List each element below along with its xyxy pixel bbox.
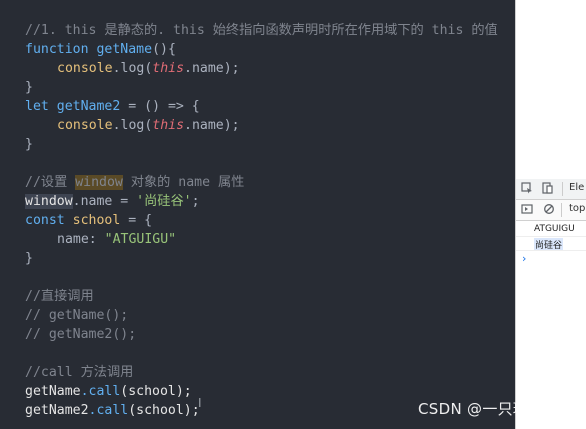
code-line-name-property: name: "ATGUIGU" <box>57 230 176 249</box>
code-line-console-log-1: console.log(this.name); <box>57 59 240 78</box>
identifier-window: window <box>25 194 73 209</box>
console-output-line: ATGUIGU <box>534 224 575 234</box>
code-line-let-getname2: let getName2 = () => { <box>25 97 200 116</box>
toolbar-divider <box>562 182 563 196</box>
code-line-close-brace-3: } <box>25 251 33 266</box>
console-prompt[interactable]: › <box>522 252 526 265</box>
identifier-console: console <box>57 118 113 133</box>
call-arguments: (school); <box>120 384 192 399</box>
code-line-comment-direct-call: //直接调用 <box>25 289 94 304</box>
code-line-close-brace-1: } <box>25 80 33 95</box>
code-line-comment-call: //call 方法调用 <box>25 365 134 380</box>
tab-elements[interactable]: Ele <box>569 182 584 193</box>
code-line-const-school: const school = { <box>25 211 152 230</box>
string-literal: "ATGUIGU" <box>104 232 177 247</box>
device-toggle-icon[interactable] <box>540 182 554 196</box>
punctuation: (){ <box>152 42 176 57</box>
code-line-comment-window: //设置 window 对象的 name 属性 <box>25 173 244 192</box>
devtools-toolbar: Ele <box>516 179 586 200</box>
code-line-function-getname: function getName(){ <box>25 40 176 59</box>
sidebar-toggle-icon[interactable] <box>520 203 534 217</box>
object-key: name <box>57 232 89 247</box>
keyword-this: this <box>152 61 185 76</box>
watermark-text: CSDN @一只琳娜 <box>418 400 544 418</box>
code-line-console-log-2: console.log(this.name); <box>57 116 240 135</box>
code-line-comment-getname: // getName(); <box>25 308 129 323</box>
method-call: .call <box>80 384 121 399</box>
identifier-getname2: getName2 <box>25 403 89 418</box>
inspect-element-icon[interactable] <box>520 182 534 196</box>
property-name: .name); <box>184 118 240 133</box>
property-name: .name); <box>184 61 240 76</box>
code-line-comment-this: //1. this 是静态的. this 始终指向函数声明时所在作用域下的 th… <box>25 23 498 38</box>
method-log: .log( <box>112 118 153 133</box>
toolbar-divider <box>561 203 562 217</box>
code-line-getname2-call: getName2.call(school); <box>25 401 200 420</box>
property-name: .name = <box>72 194 137 209</box>
arrow-function: = () => { <box>120 99 200 114</box>
keyword-let: let <box>25 99 49 114</box>
highlighted-word-window: window <box>75 175 123 190</box>
keyword-function: function <box>25 42 89 57</box>
identifier-getname: getName <box>25 384 81 399</box>
console-divider <box>516 250 586 251</box>
code-line-window-name: window.name = '尚硅谷'; <box>25 192 200 211</box>
comment-text: //设置 <box>25 175 76 190</box>
identifier-school: school <box>72 213 121 228</box>
keyword-const: const <box>25 213 65 228</box>
string-literal: '尚硅谷' <box>136 194 192 209</box>
call-arguments: (school); <box>128 403 200 418</box>
console-toolbar: top <box>516 200 586 221</box>
method-call: .call <box>88 403 129 418</box>
devtools-panel[interactable]: Ele top ATGUIGU 尚硅谷 › <box>515 0 586 429</box>
keyword-this: this <box>152 118 185 133</box>
code-line-getname-call: getName.call(school); <box>25 382 192 401</box>
code-line-comment-getname2: // getName2(); <box>25 327 137 342</box>
method-log: .log( <box>112 61 153 76</box>
semicolon: ; <box>191 194 200 209</box>
identifier-console: console <box>57 61 113 76</box>
clear-console-icon[interactable] <box>542 203 556 217</box>
context-selector[interactable]: top <box>569 203 585 214</box>
comment-text: 对象的 name 属性 <box>122 175 245 190</box>
identifier-getname2: getName2 <box>56 99 121 114</box>
punctuation: = { <box>120 213 153 228</box>
identifier-getname: getName <box>96 42 153 57</box>
code-line-close-brace-2: } <box>25 137 33 152</box>
colon: : <box>88 232 105 247</box>
text-cursor-icon: I <box>198 396 202 410</box>
console-divider <box>516 236 586 237</box>
code-editor[interactable]: //1. this 是静态的. this 始终指向函数声明时所在作用域下的 th… <box>0 0 515 429</box>
